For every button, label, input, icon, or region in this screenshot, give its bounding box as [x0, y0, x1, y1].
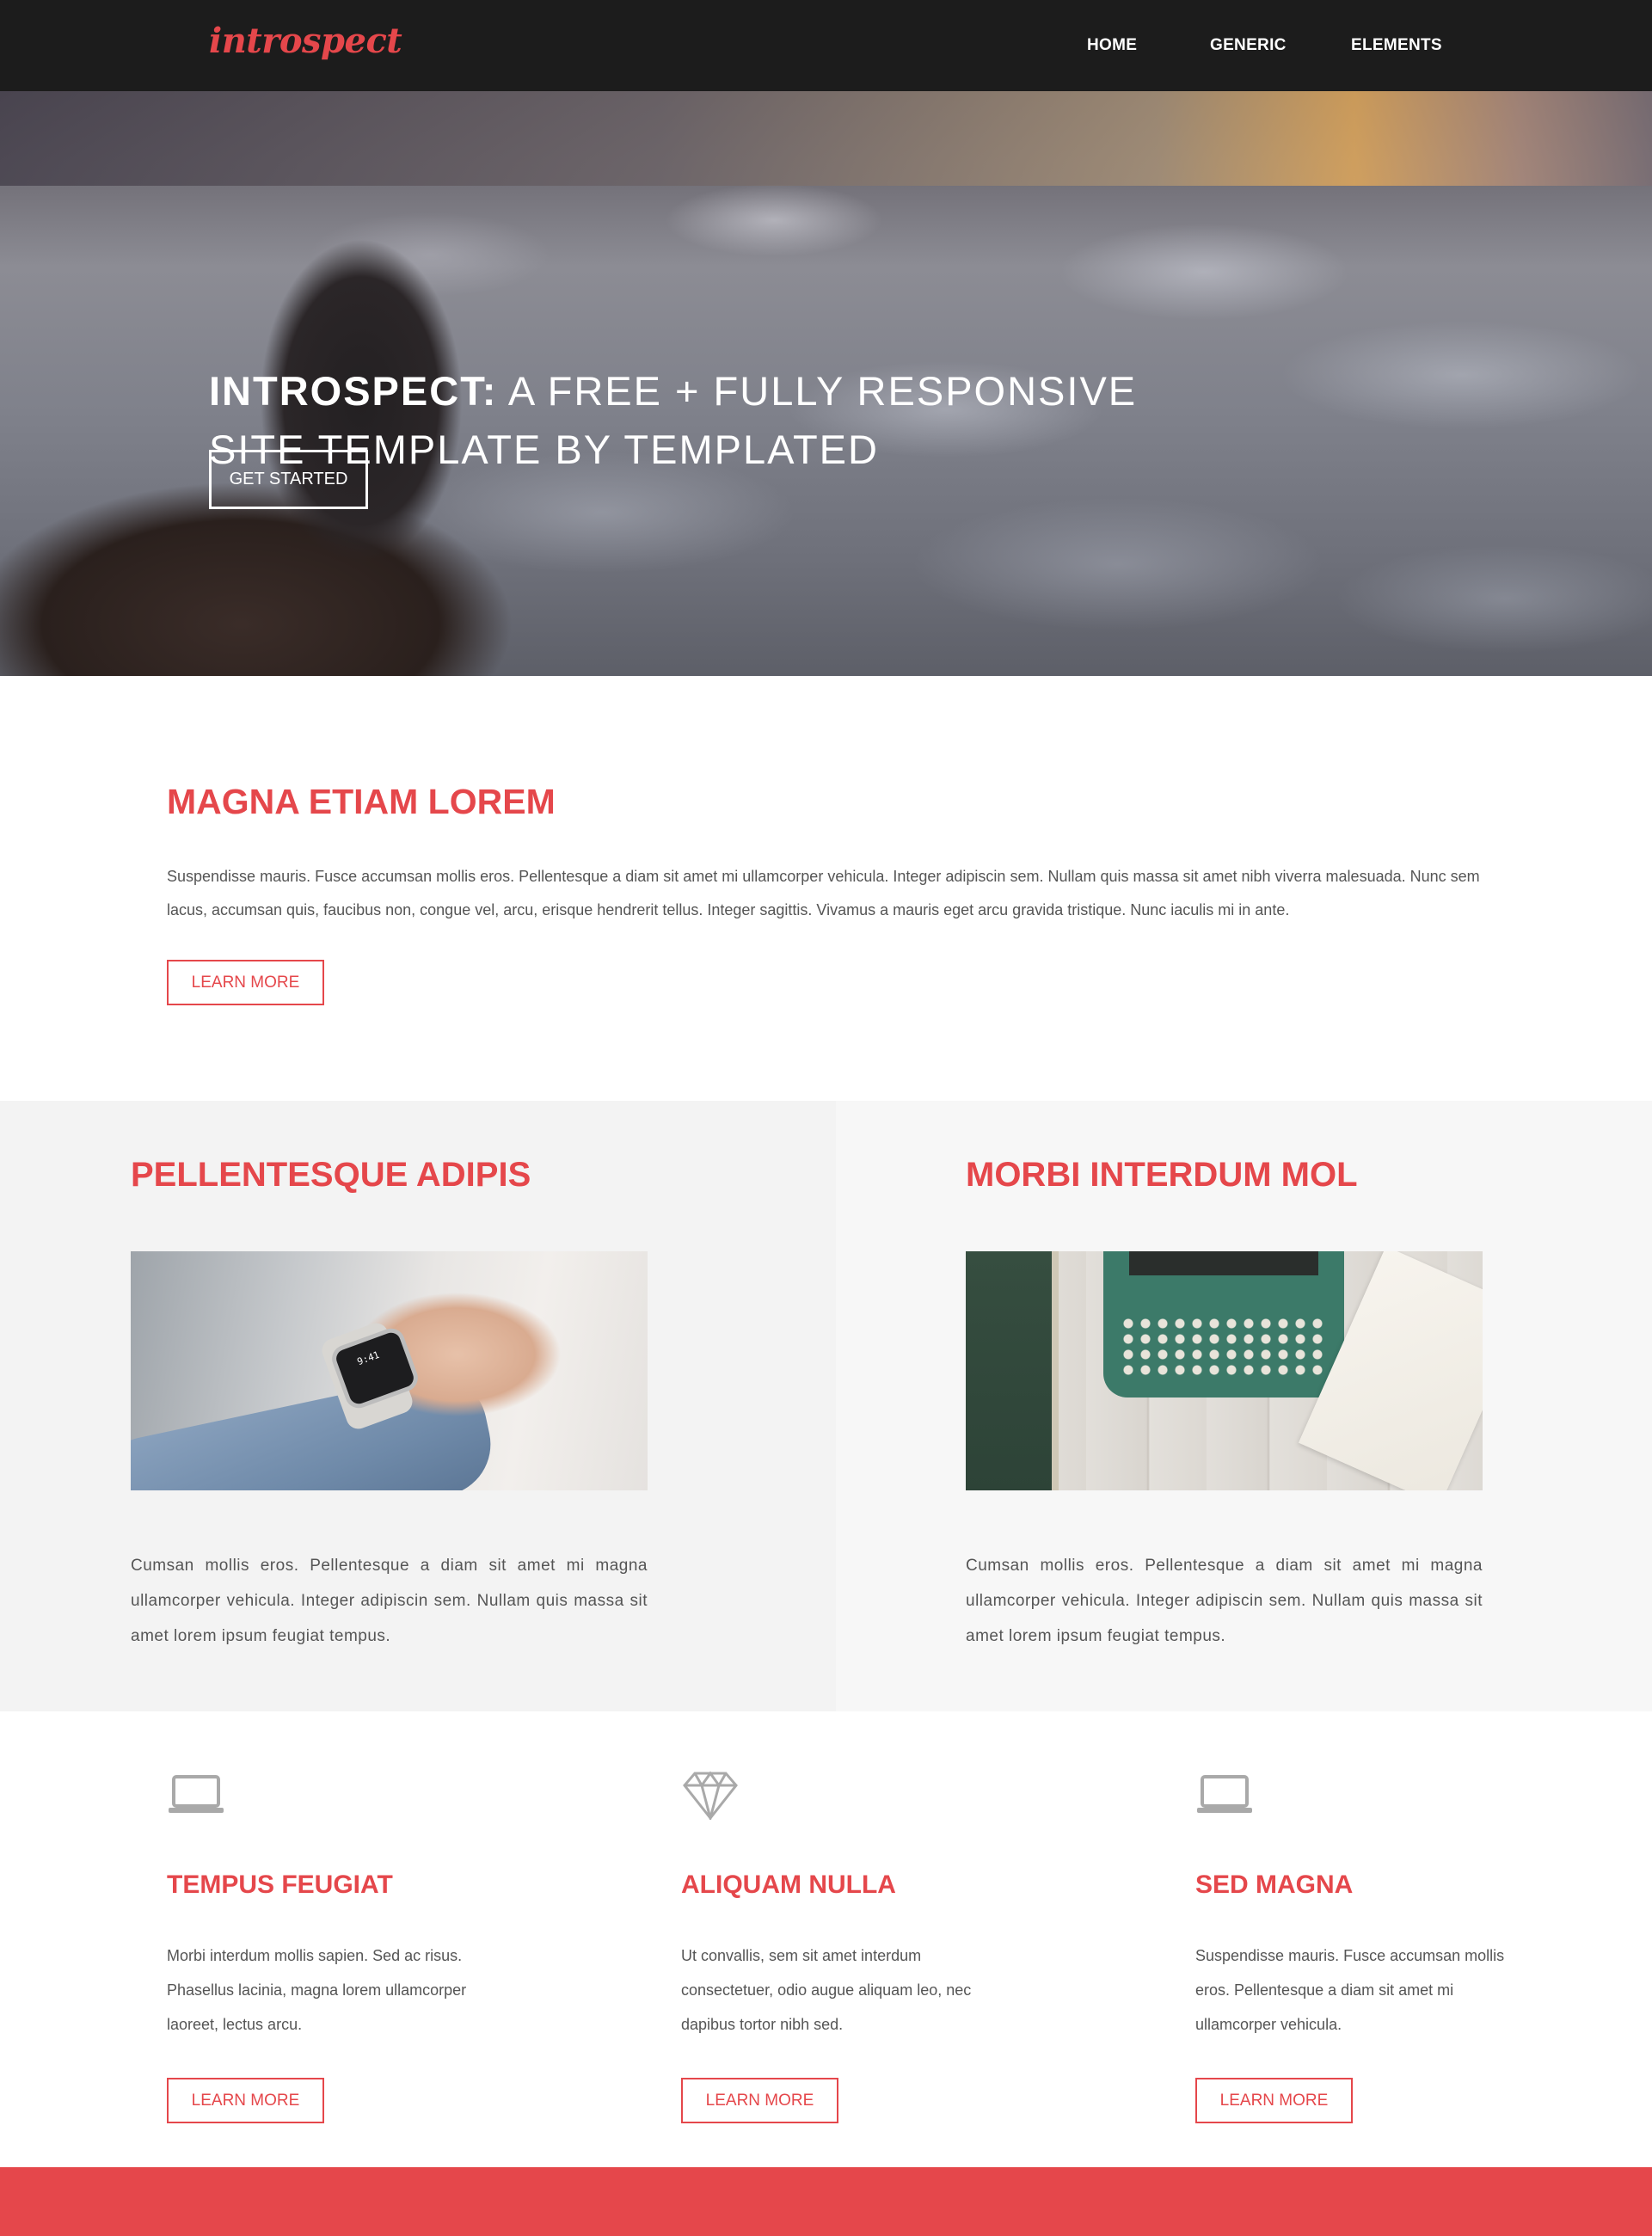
intro-text: Suspendisse mauris. Fusce accumsan molli… [167, 868, 1480, 918]
get-started-button[interactable]: GET STARTED [209, 450, 368, 509]
hero-banner: INTROSPECT: A FREE + FULLY RESPONSIVE SI… [0, 91, 1652, 676]
smartwatch-image: 9:41 [131, 1251, 648, 1490]
features-section: TEMPUS FEUGIAT Morbi interdum mollis sap… [0, 1711, 1652, 2167]
two-column-section: PELLENTESQUE ADIPIS 9:41 Cumsan mollis e… [0, 1101, 1652, 1711]
feature-heading: TEMPUS FEUGIAT [167, 1870, 393, 1899]
column-left-heading: PELLENTESQUE ADIPIS [131, 1156, 531, 1194]
column-right: MORBI INTERDUM MOL Cumsan mollis eros. P… [836, 1101, 1652, 1711]
feature-item: TEMPUS FEUGIAT Morbi interdum mollis sap… [167, 1711, 511, 2167]
typewriter-photo-carriage [1129, 1251, 1318, 1275]
site-header: introspect HOME GENERIC ELEMENTS [0, 0, 1652, 91]
feature-learn-more-button[interactable]: LEARN MORE [681, 2078, 838, 2123]
feature-heading: SED MAGNA [1195, 1870, 1354, 1899]
laptop-icon [169, 1775, 224, 1813]
feature-text: Ut convallis, sem sit amet interdum cons… [681, 1947, 972, 2033]
typewriter-photo-book [966, 1251, 1056, 1490]
intro-section: MAGNA ETIAM LOREM Suspendisse mauris. Fu… [0, 676, 1652, 1101]
hero-title-bold: INTROSPECT: [209, 368, 498, 414]
column-left: PELLENTESQUE ADIPIS 9:41 Cumsan mollis e… [0, 1101, 836, 1711]
laptop-icon [1197, 1775, 1252, 1813]
column-right-text: Cumsan mollis eros. Pellentesque a diam … [966, 1557, 1483, 1645]
intro-heading: MAGNA ETIAM LOREM [167, 782, 556, 821]
column-right-heading: MORBI INTERDUM MOL [966, 1156, 1358, 1194]
intro-learn-more-button[interactable]: LEARN MORE [167, 960, 324, 1005]
main-nav: HOME GENERIC ELEMENTS [0, 36, 1652, 62]
feature-learn-more-button[interactable]: LEARN MORE [167, 2078, 324, 2123]
feature-item: ALIQUAM NULLA Ut convallis, sem sit amet… [681, 1711, 1025, 2167]
diamond-icon [683, 1771, 738, 1820]
nav-item-elements[interactable]: ELEMENTS [1351, 36, 1442, 55]
footer-bar [0, 2167, 1652, 2236]
typewriter-photo-keys [1121, 1316, 1327, 1380]
feature-item: SED MAGNA Suspendisse mauris. Fusce accu… [1195, 1711, 1539, 2167]
column-left-text: Cumsan mollis eros. Pellentesque a diam … [131, 1557, 648, 1645]
typewriter-image [966, 1251, 1483, 1490]
feature-learn-more-button[interactable]: LEARN MORE [1195, 2078, 1353, 2123]
nav-item-home[interactable]: HOME [1087, 36, 1137, 55]
feature-heading: ALIQUAM NULLA [681, 1870, 896, 1899]
nav-item-generic[interactable]: GENERIC [1210, 36, 1287, 55]
feature-text: Suspendisse mauris. Fusce accumsan molli… [1195, 1947, 1505, 2033]
feature-text: Morbi interdum mollis sapien. Sed ac ris… [167, 1947, 467, 2033]
page: introspect HOME GENERIC ELEMENTS INTROSP… [0, 0, 1652, 2236]
typewriter-photo-book-edge [1052, 1251, 1059, 1490]
